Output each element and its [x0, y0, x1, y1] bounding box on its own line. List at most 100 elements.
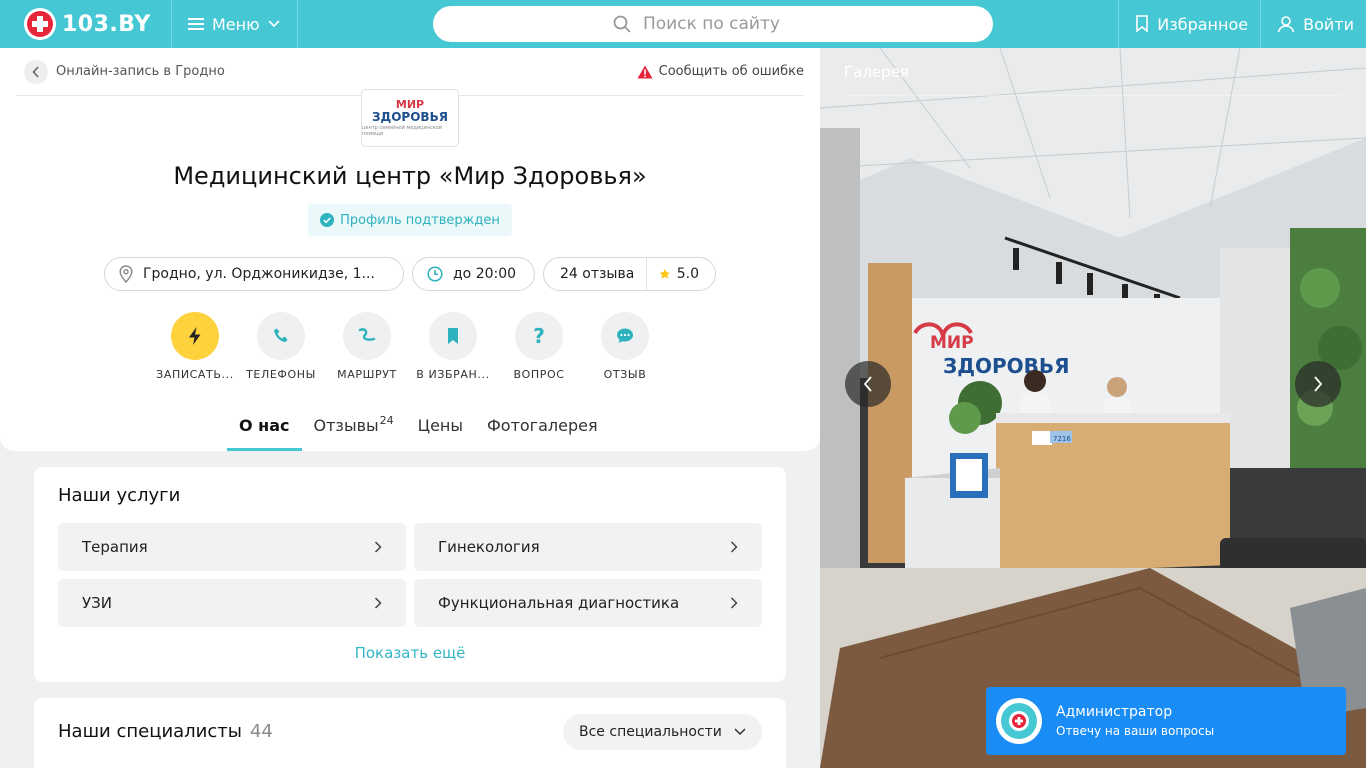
logo-cross-icon — [24, 8, 56, 40]
service-item-label: УЗИ — [82, 594, 112, 612]
menu-label: Меню — [212, 14, 260, 34]
site-logo[interactable]: 103.BY — [0, 0, 172, 48]
desk-number-plate: 7216 — [1053, 435, 1071, 443]
service-item-label: Функциональная диагностика — [438, 594, 680, 612]
route-icon[interactable] — [343, 312, 391, 360]
service-item[interactable]: УЗИ — [58, 579, 406, 627]
warning-icon — [637, 65, 653, 78]
chat-agent-name: Администратор — [1056, 704, 1173, 720]
gallery-next-button[interactable] — [1295, 361, 1341, 407]
clock-icon — [427, 266, 443, 282]
question-icon[interactable]: ? — [515, 312, 563, 360]
specialists-card: Наши специалисты 44 Все специальности — [34, 698, 786, 768]
bookmark-icon — [1136, 15, 1149, 33]
specialists-title: Наши специалисты 44 — [58, 721, 273, 742]
profile-tabs: О нас Отзывы 24 Цены Фотогалерея — [227, 400, 610, 451]
show-more-link[interactable]: Показать ещё — [34, 644, 786, 662]
report-error-link[interactable]: Сообщить об ошибке — [637, 64, 804, 79]
tab-photogallery-label: Фотогалерея — [487, 416, 598, 435]
logo-text: 103.BY — [62, 11, 151, 37]
service-item-label: Гинекология — [438, 538, 540, 556]
login-label: Войти — [1303, 14, 1354, 34]
tab-photogallery[interactable]: Фотогалерея — [475, 400, 610, 451]
chevron-right-icon — [730, 597, 738, 609]
search-box[interactable] — [433, 6, 993, 42]
review-action[interactable]: ОТЗЫВ — [582, 312, 668, 381]
specialty-filter-value: Все специальности — [579, 724, 722, 740]
sign-word-2: ЗДОРОВЬЯ — [943, 354, 1070, 378]
profile-card: Онлайн-запись в Гродно Сообщить об ошибк… — [0, 48, 820, 451]
gallery-photo[interactable]: МИР ЗДОРОВЬЯ 7216 — [820, 48, 1366, 768]
tab-about[interactable]: О нас — [227, 400, 302, 451]
services-card: Наши услуги Терапия Гинекология УЗИ Функ… — [34, 467, 786, 682]
service-item[interactable]: Гинекология — [414, 523, 762, 571]
phone-icon[interactable] — [257, 312, 305, 360]
menu-button[interactable]: Меню — [172, 0, 298, 48]
rating-value: 5.0 — [676, 266, 699, 282]
verified-label: Профиль подтвержден — [340, 212, 500, 228]
specialty-filter-dropdown[interactable]: Все специальности — [563, 714, 762, 750]
organization-logo: МИР ЗДОРОВЬЯ центр семейной медицинской … — [361, 89, 459, 147]
address-text: Гродно, ул. Орджоникидзе, 1... — [143, 266, 375, 282]
chat-subtitle: Отвечу на ваши вопросы — [1056, 724, 1215, 738]
specialists-title-text: Наши специалисты — [58, 721, 242, 742]
hours-text: до 20:00 — [453, 266, 517, 282]
star-icon — [659, 268, 671, 279]
chat-widget[interactable]: Администратор Отвечу на ваши вопросы — [986, 687, 1346, 755]
tab-about-label: О нас — [239, 416, 290, 435]
tab-reviews-label: Отзывы — [313, 416, 379, 435]
chat-avatar — [996, 698, 1042, 744]
phones-action[interactable]: ТЕЛЕФОНЫ — [238, 312, 324, 381]
route-action[interactable]: МАРШРУТ — [324, 312, 410, 381]
gallery-panel: МИР ЗДОРОВЬЯ 7216 Галерея — [820, 48, 1366, 768]
add-to-favorites-label: В ИЗБРАН... — [416, 368, 490, 381]
add-to-favorites-action[interactable]: В ИЗБРАН... — [410, 312, 496, 381]
gallery-prev-button[interactable] — [845, 361, 891, 407]
reviews-count: 24 отзыва — [560, 266, 635, 282]
chevron-down-icon — [268, 20, 280, 28]
service-item[interactable]: Функциональная диагностика — [414, 579, 762, 627]
favorites-link[interactable]: Избранное — [1118, 0, 1260, 48]
page-title: Медицинский центр «Мир Здоровья» — [173, 162, 647, 190]
tab-reviews[interactable]: Отзывы 24 — [302, 400, 406, 451]
hamburger-icon — [188, 18, 204, 30]
question-action[interactable]: ? ВОПРОС — [496, 312, 582, 381]
chevron-left-icon — [863, 376, 872, 392]
search-input[interactable] — [643, 14, 813, 34]
review-label: ОТЗЫВ — [603, 368, 647, 381]
services-title: Наши услуги — [58, 485, 181, 506]
phones-label: ТЕЛЕФОНЫ — [246, 368, 316, 381]
bookmark-filled-icon[interactable] — [429, 312, 477, 360]
tab-prices[interactable]: Цены — [406, 400, 475, 451]
hours-chip[interactable]: до 20:00 — [412, 257, 535, 291]
route-label: МАРШРУТ — [337, 368, 397, 381]
favorites-label: Избранное — [1157, 14, 1249, 34]
breadcrumb[interactable]: Онлайн-запись в Гродно — [16, 59, 225, 84]
chevron-right-icon — [730, 541, 738, 553]
verified-badge: Профиль подтвержден — [308, 204, 512, 236]
book-appointment-action[interactable]: ЗАПИСАТЬ... — [152, 312, 238, 381]
address-chip[interactable]: Гродно, ул. Орджоникидзе, 1... — [104, 257, 404, 291]
book-lightning-icon[interactable] — [171, 312, 219, 360]
question-label: ВОПРОС — [513, 368, 565, 381]
location-pin-icon — [119, 265, 133, 283]
gallery-header: Галерея — [844, 48, 1342, 96]
service-item[interactable]: Терапия — [58, 523, 406, 571]
sign-word-1: МИР — [930, 333, 974, 353]
top-navigation-bar: 103.BY Меню Избранное Войти — [0, 0, 1366, 48]
chevron-right-icon — [374, 597, 382, 609]
search-icon — [613, 15, 631, 33]
medical-cross-icon — [1009, 711, 1029, 731]
breadcrumb-link[interactable]: Онлайн-запись в Гродно — [56, 64, 225, 79]
reviews-rating-chip[interactable]: 24 отзыва 5.0 — [543, 257, 716, 291]
chat-bubble-icon[interactable] — [601, 312, 649, 360]
chip-divider — [646, 257, 648, 291]
user-icon — [1277, 16, 1295, 33]
tab-prices-label: Цены — [417, 416, 463, 435]
login-link[interactable]: Войти — [1260, 0, 1366, 48]
back-arrow-icon[interactable] — [24, 59, 48, 84]
specialists-count: 44 — [249, 721, 273, 742]
verified-check-icon — [320, 213, 335, 227]
tab-reviews-count: 24 — [379, 414, 394, 427]
book-appointment-label: ЗАПИСАТЬ... — [156, 368, 234, 381]
